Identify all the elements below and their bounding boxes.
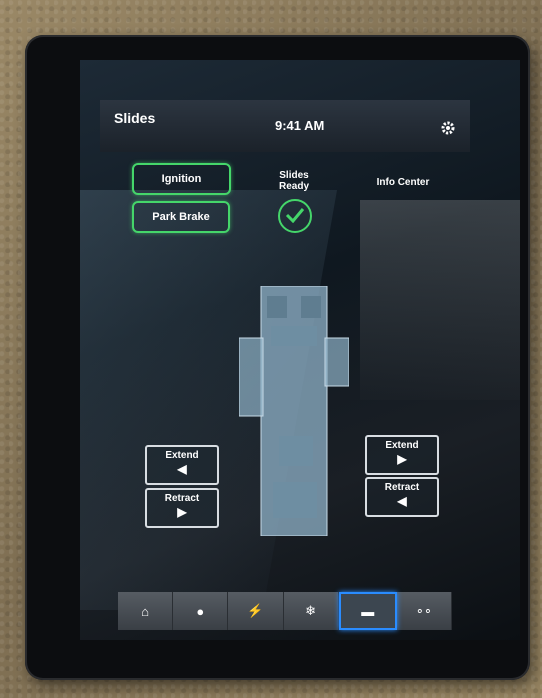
rv-slides-icon: ▬ xyxy=(361,603,375,619)
more-icon: ∘∘ xyxy=(415,603,433,618)
arrow-left-icon: ◀ xyxy=(177,462,187,476)
clock: 9:41 AM xyxy=(275,118,325,133)
nav-lights[interactable]: ● xyxy=(173,592,229,630)
nav-climate[interactable]: ❄ xyxy=(284,592,339,630)
park-brake-button[interactable]: Park Brake xyxy=(132,201,230,233)
nav-home[interactable]: ⌂ xyxy=(118,592,174,630)
arrow-right-icon: ▶ xyxy=(177,505,187,519)
gear-icon[interactable] xyxy=(440,120,456,136)
left-extend-label: Extend xyxy=(165,450,199,461)
ignition-button[interactable]: Ignition xyxy=(132,163,231,195)
lightbulb-icon: ● xyxy=(196,603,205,619)
left-retract-label: Retract xyxy=(164,493,200,504)
slides-ready-label: Slides Ready xyxy=(278,170,309,192)
nav-power[interactable]: ⚡ xyxy=(228,592,284,630)
right-extend-label: Extend xyxy=(385,440,419,451)
arrow-right-icon: ▶ xyxy=(397,452,407,466)
bottom-nav: ⌂ ● ⚡ ❄ ▬ ∘∘ xyxy=(118,592,453,630)
right-retract-label: Retract xyxy=(384,482,420,493)
check-circle-icon xyxy=(278,199,312,233)
right-extend-button[interactable]: Extend ▶ xyxy=(365,435,439,475)
nav-slides[interactable]: ▬ xyxy=(338,592,397,630)
ignition-label: Ignition xyxy=(161,173,202,185)
park-brake-label: Park Brake xyxy=(152,211,210,223)
info-center-link[interactable]: Info Center xyxy=(368,177,438,188)
arrow-left-icon: ◀ xyxy=(397,494,407,508)
snowflake-icon: ❄ xyxy=(305,603,317,618)
rv-floorplan xyxy=(239,286,349,536)
power-bolt-icon: ⚡ xyxy=(247,603,264,618)
right-retract-button[interactable]: Retract ◀ xyxy=(365,477,439,517)
page-title: Slides xyxy=(114,110,156,126)
home-icon: ⌂ xyxy=(141,603,150,619)
left-extend-button[interactable]: Extend ◀ xyxy=(145,445,219,485)
left-retract-button[interactable]: Retract ▶ xyxy=(145,488,219,528)
screen-reflection-right xyxy=(360,200,520,400)
nav-more[interactable]: ∘∘ xyxy=(397,592,453,630)
header-bar: Slides 9:41 AM xyxy=(100,100,470,152)
